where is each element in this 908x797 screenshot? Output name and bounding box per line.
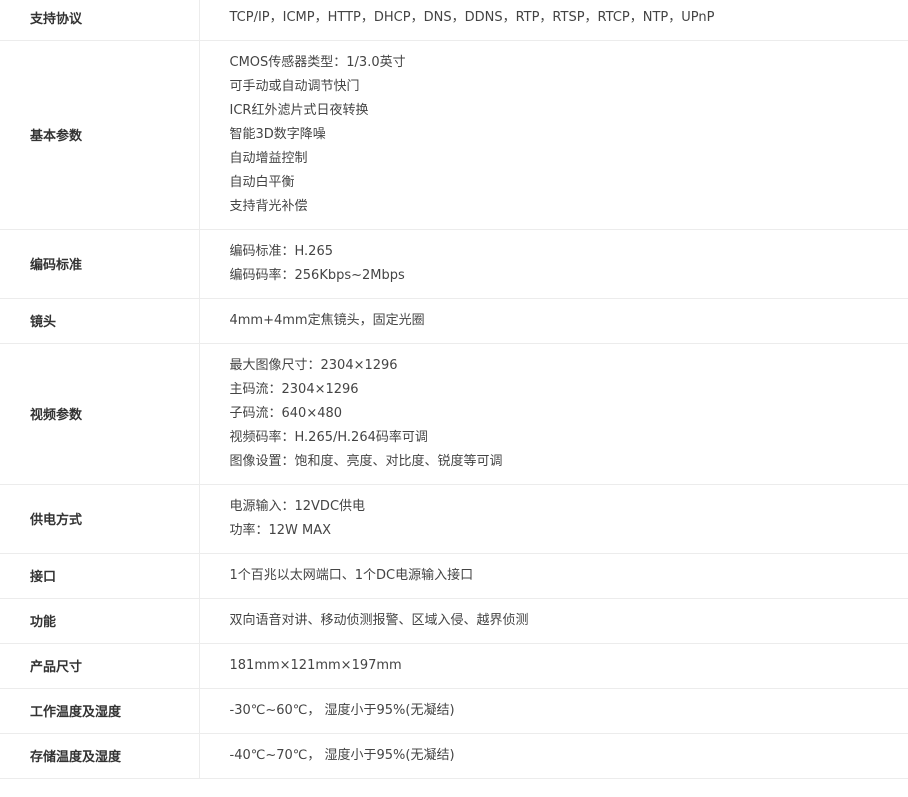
spec-row-interface: 接口 1个百兆以太网端口、1个DC电源输入接口	[0, 553, 908, 599]
spec-line: 子码流：640×480	[229, 405, 343, 421]
spec-key: 支持协议	[0, 0, 200, 41]
spec-line: 双向语音对讲、移动侦测报警、区域入侵、越界侦测	[229, 612, 529, 628]
spec-line: 功率：12W MAX	[229, 522, 332, 538]
spec-value: 电源输入：12VDC供电 功率：12W MAX	[199, 484, 908, 554]
spec-row-functions: 功能 双向语音对讲、移动侦测报警、区域入侵、越界侦测	[0, 598, 908, 644]
spec-row-power: 供电方式 电源输入：12VDC供电 功率：12W MAX	[0, 484, 908, 554]
spec-value: CMOS传感器类型：1/3.0英寸 可手动或自动调节快门 ICR红外滤片式日夜转…	[199, 40, 908, 230]
spec-line: 可手动或自动调节快门	[229, 78, 360, 94]
spec-key: 基本参数	[0, 40, 200, 230]
spec-value: 1个百兆以太网端口、1个DC电源输入接口	[199, 553, 908, 599]
spec-key: 工作温度及湿度	[0, 688, 200, 734]
spec-key: 供电方式	[0, 484, 200, 554]
spec-line: 编码码率：256Kbps~2Mbps	[229, 267, 405, 283]
spec-line: 181mm×121mm×197mm	[229, 657, 402, 673]
spec-line: 视频码率：H.265/H.264码率可调	[229, 429, 428, 445]
spec-key: 视频参数	[0, 343, 200, 485]
spec-key: 产品尺寸	[0, 643, 200, 689]
spec-line: 支持背光补偿	[229, 198, 308, 214]
spec-key: 功能	[0, 598, 200, 644]
spec-value: -30℃~60℃， 湿度小于95%(无凝结)	[199, 688, 908, 734]
spec-row-protocols: 支持协议 TCP/IP，ICMP，HTTP，DHCP，DNS，DDNS，RTP，…	[0, 0, 908, 41]
spec-value: 编码标准：H.265 编码码率：256Kbps~2Mbps	[199, 229, 908, 299]
spec-row-dimensions: 产品尺寸 181mm×121mm×197mm	[0, 643, 908, 689]
spec-line: 图像设置：饱和度、亮度、对比度、锐度等可调	[229, 453, 503, 469]
spec-key: 镜头	[0, 298, 200, 344]
spec-value: 181mm×121mm×197mm	[199, 643, 908, 689]
spec-line: CMOS传感器类型：1/3.0英寸	[229, 54, 406, 70]
spec-key: 编码标准	[0, 229, 200, 299]
spec-row-lens: 镜头 4mm+4mm定焦镜头，固定光圈	[0, 298, 908, 344]
spec-table: 支持协议 TCP/IP，ICMP，HTTP，DHCP，DNS，DDNS，RTP，…	[0, 0, 908, 779]
spec-line: ICR红外滤片式日夜转换	[229, 102, 369, 118]
spec-row-encoding: 编码标准 编码标准：H.265 编码码率：256Kbps~2Mbps	[0, 229, 908, 299]
spec-key: 接口	[0, 553, 200, 599]
spec-line: -40℃~70℃， 湿度小于95%(无凝结)	[229, 747, 455, 763]
spec-line: 编码标准：H.265	[229, 243, 334, 259]
spec-line: 智能3D数字降噪	[229, 126, 326, 142]
spec-line: 1个百兆以太网端口、1个DC电源输入接口	[229, 567, 474, 583]
spec-line: TCP/IP，ICMP，HTTP，DHCP，DNS，DDNS，RTP，RTSP，…	[229, 9, 715, 25]
spec-line: 主码流：2304×1296	[229, 381, 359, 397]
spec-row-basic-params: 基本参数 CMOS传感器类型：1/3.0英寸 可手动或自动调节快门 ICR红外滤…	[0, 40, 908, 230]
spec-line: 电源输入：12VDC供电	[229, 498, 366, 514]
spec-line: 自动白平衡	[229, 174, 295, 190]
spec-key: 存储温度及湿度	[0, 733, 200, 779]
spec-line: 自动增益控制	[229, 150, 308, 166]
spec-row-video-params: 视频参数 最大图像尺寸：2304×1296 主码流：2304×1296 子码流：…	[0, 343, 908, 485]
spec-line: 4mm+4mm定焦镜头，固定光圈	[229, 312, 425, 328]
spec-value: 最大图像尺寸：2304×1296 主码流：2304×1296 子码流：640×4…	[199, 343, 908, 485]
spec-line: 最大图像尺寸：2304×1296	[229, 357, 398, 373]
spec-table-body: 支持协议 TCP/IP，ICMP，HTTP，DHCP，DNS，DDNS，RTP，…	[0, 0, 908, 779]
spec-value: 双向语音对讲、移动侦测报警、区域入侵、越界侦测	[199, 598, 908, 644]
spec-line: -30℃~60℃， 湿度小于95%(无凝结)	[229, 702, 455, 718]
spec-value: 4mm+4mm定焦镜头，固定光圈	[199, 298, 908, 344]
spec-row-operating-env: 工作温度及湿度 -30℃~60℃， 湿度小于95%(无凝结)	[0, 688, 908, 734]
spec-value: -40℃~70℃， 湿度小于95%(无凝结)	[199, 733, 908, 779]
spec-value: TCP/IP，ICMP，HTTP，DHCP，DNS，DDNS，RTP，RTSP，…	[199, 0, 908, 41]
spec-row-storage-env: 存储温度及湿度 -40℃~70℃， 湿度小于95%(无凝结)	[0, 733, 908, 779]
